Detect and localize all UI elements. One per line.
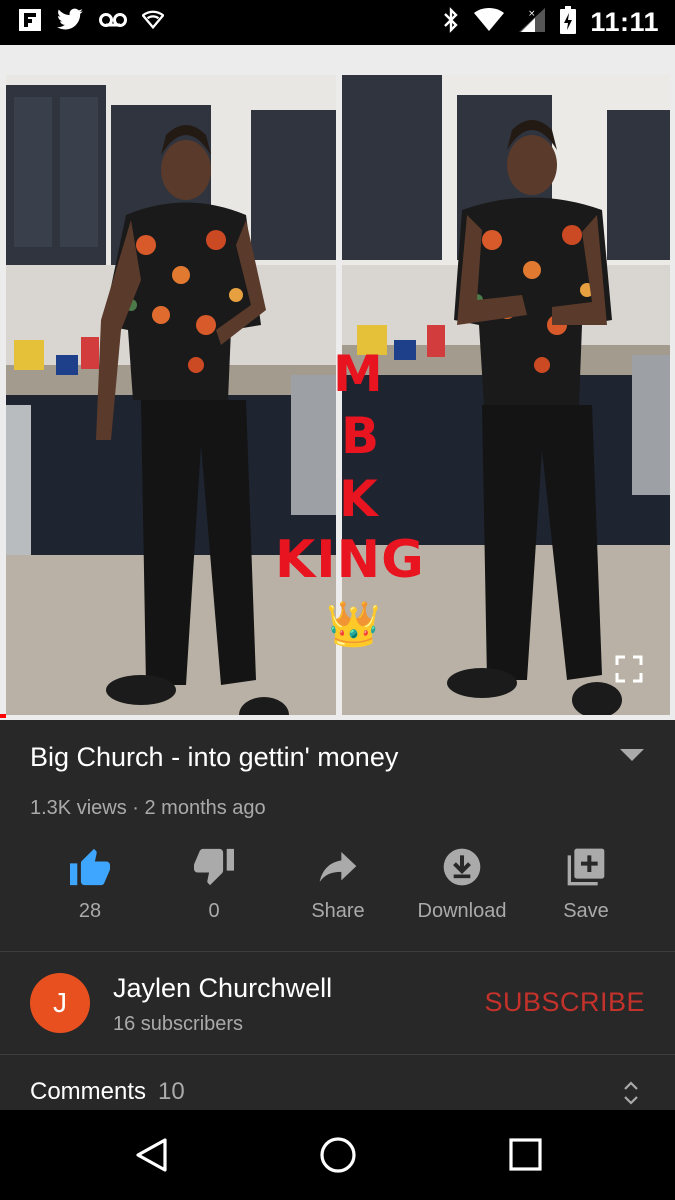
divider bbox=[0, 951, 675, 952]
battery-icon bbox=[560, 6, 577, 39]
crown-icon: 👑 bbox=[326, 600, 381, 649]
action-bar: 28 0 Share Download Save bbox=[28, 840, 648, 935]
home-circle-icon bbox=[318, 1137, 358, 1179]
comments-count: 10 bbox=[158, 1078, 185, 1105]
flipboard-icon bbox=[18, 8, 42, 37]
svg-text:×: × bbox=[528, 9, 536, 19]
video-frame-left bbox=[6, 75, 336, 715]
playback-progress[interactable] bbox=[0, 714, 6, 718]
save-playlist-icon bbox=[566, 847, 606, 892]
share-button[interactable]: Share bbox=[276, 840, 400, 923]
like-button[interactable]: 28 bbox=[28, 840, 152, 923]
overlay-letter-m: M bbox=[333, 345, 383, 403]
signal-icon: × bbox=[518, 7, 546, 38]
share-label: Share bbox=[311, 900, 365, 922]
download-icon bbox=[442, 847, 482, 892]
twitter-icon bbox=[56, 8, 84, 37]
recents-button[interactable] bbox=[506, 1135, 546, 1175]
subscribe-button[interactable]: SUBSCRIBE bbox=[484, 987, 645, 1018]
video-title-row[interactable]: Big Church - into gettin' money bbox=[30, 742, 645, 773]
back-triangle-icon bbox=[132, 1138, 172, 1179]
download-button[interactable]: Download bbox=[400, 840, 524, 923]
voicemail-icon bbox=[98, 10, 128, 35]
save-label: Save bbox=[563, 900, 609, 922]
recents-square-icon bbox=[506, 1138, 546, 1179]
video-meta: 1.3K views · 2 months ago bbox=[30, 797, 266, 819]
channel-row[interactable]: J Jaylen Churchwell 16 subscribers SUBSC… bbox=[0, 953, 675, 1053]
video-title: Big Church - into gettin' money bbox=[30, 742, 399, 772]
video-player[interactable]: M B K KING 👑 bbox=[0, 45, 675, 720]
thumbs-up-icon bbox=[68, 847, 112, 892]
home-button[interactable] bbox=[318, 1135, 358, 1175]
wifi-icon bbox=[474, 8, 505, 37]
back-button[interactable] bbox=[132, 1135, 172, 1175]
comments-label: Comments bbox=[30, 1078, 147, 1105]
dislike-button[interactable]: 0 bbox=[152, 840, 276, 923]
status-bar: × 11:11 bbox=[0, 0, 675, 45]
dislike-count: 0 bbox=[208, 900, 220, 922]
subscriber-count: 16 subscribers bbox=[113, 1013, 244, 1035]
clock: 11:11 bbox=[590, 7, 659, 37]
overlay-letter-b: B bbox=[341, 407, 380, 465]
like-count: 28 bbox=[78, 900, 102, 922]
navigation-bar bbox=[0, 1110, 675, 1200]
share-icon bbox=[318, 850, 358, 889]
avatar[interactable]: J bbox=[30, 973, 90, 1033]
wifi-hotspot-icon bbox=[141, 9, 165, 36]
channel-name[interactable]: Jaylen Churchwell bbox=[113, 973, 332, 1004]
expand-comments-icon[interactable] bbox=[623, 1080, 639, 1111]
bluetooth-icon bbox=[442, 7, 460, 38]
thumbs-down-icon bbox=[192, 847, 236, 892]
comments-header[interactable]: Comments 10 bbox=[30, 1078, 185, 1106]
overlay-letter-k: K bbox=[339, 470, 378, 528]
expand-details-icon[interactable] bbox=[619, 748, 645, 767]
divider bbox=[0, 1054, 675, 1055]
overlay-word-king: KING bbox=[275, 530, 425, 590]
download-label: Download bbox=[417, 900, 507, 922]
fullscreen-icon[interactable] bbox=[615, 655, 643, 683]
save-button[interactable]: Save bbox=[524, 840, 648, 923]
video-frame-right bbox=[342, 75, 670, 715]
